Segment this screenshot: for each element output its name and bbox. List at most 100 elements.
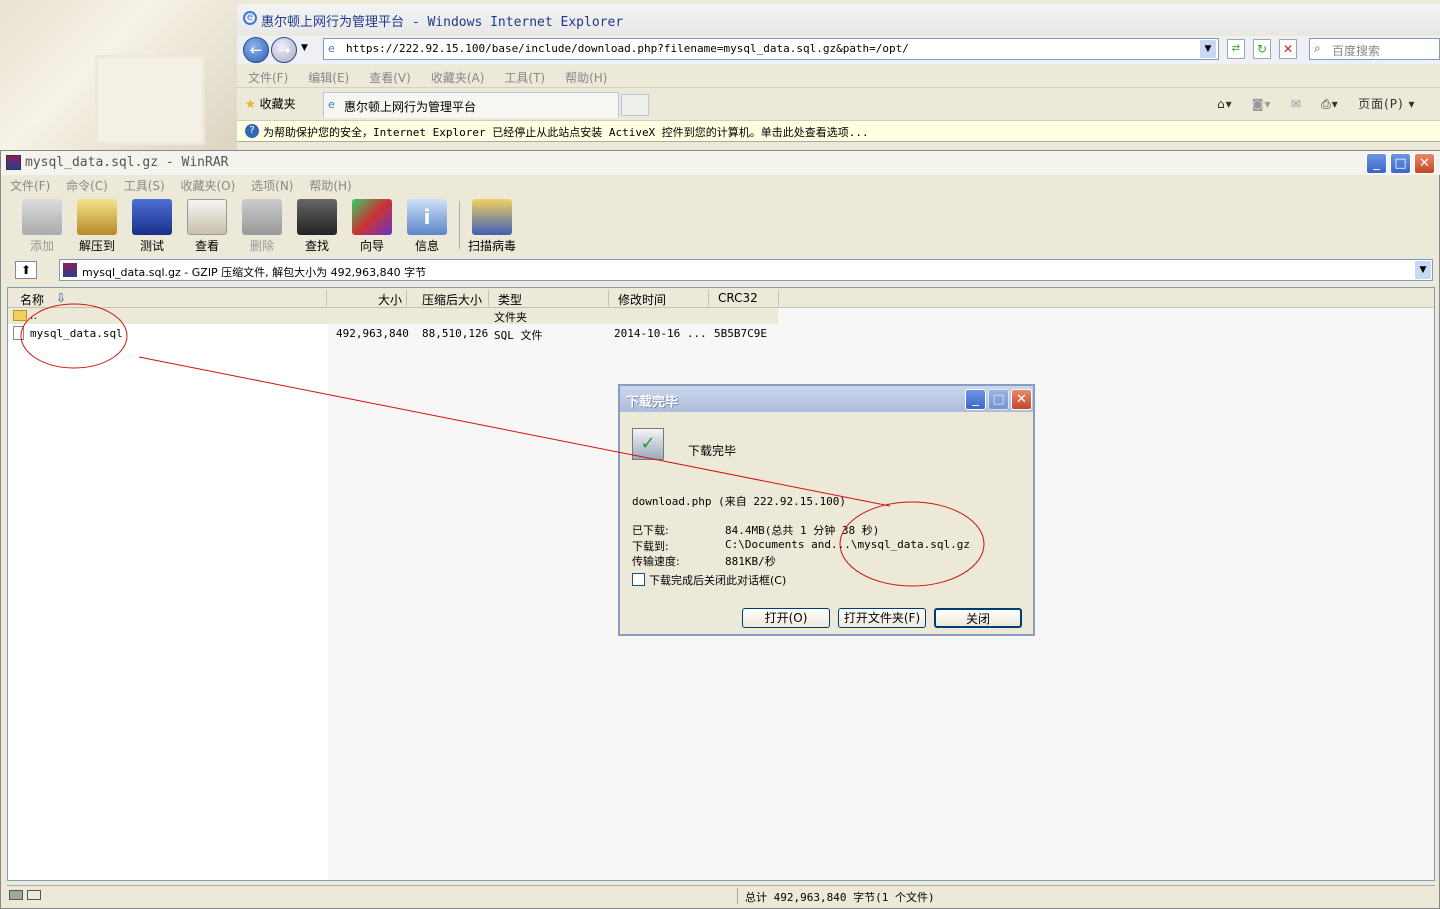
col-separator[interactable] [406,290,407,306]
col-separator[interactable] [708,290,709,306]
url-dropdown-icon[interactable]: ▼ [1200,40,1216,58]
table-row-parent-folder[interactable]: .. 文件夹 [8,308,778,324]
shield-info-icon: ? [245,124,259,138]
up-folder-button[interactable]: ⬆ [15,261,37,279]
dialog-close-x-button[interactable]: ✕ [1011,389,1032,410]
tab-current[interactable]: e 惠尔顿上网行为管理平台 [323,92,619,118]
toolbar-view-label: 查看 [194,239,219,253]
col-separator[interactable] [488,290,489,306]
view-icon [187,199,227,235]
col-separator[interactable] [608,290,609,306]
path-combobox[interactable]: mysql_data.sql.gz - GZIP 压缩文件, 解包大小为 492… [59,259,1433,281]
dialog-close-button[interactable]: 关闭 [934,608,1022,628]
tab-label: 惠尔顿上网行为管理平台 [344,100,477,114]
ie-command-bar: ⌂▾ ◙▾ ✉ ⎙▾ 页面(P) ▾ [1217,95,1416,112]
mail-icon[interactable]: ✉ [1291,97,1302,111]
stop-icon[interactable]: ✕ [1279,39,1297,59]
favorites-label: 收藏夹 [259,97,296,111]
winrar-toolbar: 添加 解压到 测试 查看 删除 查找 向导 i 信息 扫描病毒 [1,195,1440,255]
toolbar-find-button[interactable]: 查找 [291,199,343,254]
toolbar-separator [459,201,460,249]
ie-menu-file[interactable]: 文件(F) [248,69,288,86]
ie-menu-favorites[interactable]: 收藏夹(A) [431,69,485,86]
url-text: https://222.92.15.100/base/include/downl… [346,42,909,55]
toolbar-delete-label: 删除 [249,239,274,253]
toolbar-wizard-button[interactable]: 向导 [346,199,398,254]
open-folder-button[interactable]: 打开文件夹(F) [838,608,926,628]
col-separator[interactable] [778,290,779,306]
ie-info-bar[interactable]: ? 为帮助保护您的安全，Internet Explorer 已经停止从此站点安装… [237,120,1440,142]
star-icon: ★ [245,97,256,111]
back-button[interactable]: ← [243,37,269,63]
col-crc[interactable]: CRC32 [718,291,758,305]
url-input[interactable]: e https://222.92.15.100/base/include/dow… [323,38,1219,60]
ie-menu-tools[interactable]: 工具(T) [504,69,545,86]
winrar-menu-bar: 文件(F) 命令(C) 工具(S) 收藏夹(O) 选项(N) 帮助(H) [1,177,1440,195]
winrar-title-bar: mysql_data.sql.gz - WinRAR _ □ ✕ [1,151,1440,175]
status-text: 总计 492,963,840 字节(1 个文件) [745,891,935,904]
toolbar-scan-virus-label: 扫描病毒 [467,239,516,253]
ie-menu-edit[interactable]: 编辑(E) [308,69,349,86]
new-tab-button[interactable] [621,94,649,116]
col-modified[interactable]: 修改时间 [618,291,666,308]
key-icon [27,890,41,900]
scan-virus-icon [472,199,512,235]
rar-menu-favorites[interactable]: 收藏夹(O) [181,177,236,194]
toolbar-extract-button[interactable]: 解压到 [71,199,123,254]
refresh-icon[interactable]: ↻ [1253,39,1271,59]
col-type[interactable]: 类型 [498,291,522,308]
forward-button[interactable]: → [271,37,297,63]
print-icon[interactable]: ⎙▾ [1321,97,1339,111]
close-on-complete-label[interactable]: 下载完成后关闭此对话框(C) [649,572,786,588]
close-button[interactable]: ✕ [1414,153,1435,174]
search-input[interactable]: ⌕ 百度搜索 [1309,38,1440,60]
col-size[interactable]: 大小 [378,291,402,308]
folder-icon [13,310,27,321]
info-bar-text: 为帮助保护您的安全，Internet Explorer 已经停止从此站点安装 A… [263,126,869,139]
rar-menu-tools[interactable]: 工具(S) [124,177,165,194]
name-column-area [8,308,328,880]
maximize-button[interactable]: □ [1390,153,1411,174]
path-text: mysql_data.sql.gz - GZIP 压缩文件, 解包大小为 492… [82,266,427,279]
ie-menu-view[interactable]: 查看(V) [369,69,411,86]
favorites-button[interactable]: ★ 收藏夹 [245,95,296,112]
add-icon [22,199,62,235]
path-dropdown-icon[interactable]: ▼ [1415,261,1431,279]
toolbar-scan-virus-button[interactable]: 扫描病毒 [463,199,521,254]
close-on-complete-checkbox[interactable] [632,573,645,586]
dialog-minimize-button[interactable]: _ [965,389,986,410]
rar-menu-file[interactable]: 文件(F) [10,177,50,194]
toolbar-info-button[interactable]: i 信息 [401,199,453,254]
toolbar-extract-label: 解压到 [78,239,115,253]
col-packed[interactable]: 压缩后大小 [422,291,482,308]
toolbar-add-button[interactable]: 添加 [16,199,68,254]
history-dropdown-icon[interactable]: ▼ [301,43,308,53]
toolbar-view-button[interactable]: 查看 [181,199,233,254]
col-name[interactable]: 名称 [20,291,44,308]
home-icon[interactable]: ⌂▾ [1217,97,1233,111]
dialog-maximize-button: □ [988,389,1009,410]
compat-view-icon[interactable]: ⇄ [1227,39,1245,59]
col-separator[interactable] [326,290,327,306]
toolbar-wizard-label: 向导 [359,239,384,253]
rar-menu-commands[interactable]: 命令(C) [66,177,108,194]
feeds-icon[interactable]: ◙▾ [1252,97,1272,111]
ie-menu-help[interactable]: 帮助(H) [565,69,607,86]
ie-menu-bar: 文件(F) 编辑(E) 查看(V) 收藏夹(A) 工具(T) 帮助(H) [237,66,1440,88]
page-menu[interactable]: 页面(P) ▾ [1358,97,1415,111]
toolbar-delete-button[interactable]: 删除 [236,199,288,254]
open-button[interactable]: 打开(O) [742,608,830,628]
rar-menu-options[interactable]: 选项(N) [251,177,293,194]
downloaded-value: 84.4MB(总共 1 分钟 38 秒) [725,524,880,537]
rar-menu-help[interactable]: 帮助(H) [309,177,351,194]
minimize-button[interactable]: _ [1366,153,1387,174]
toolbar-test-button[interactable]: 测试 [126,199,178,254]
dialog-heading: 下载完毕 [688,444,737,458]
table-row-file[interactable]: mysql_data.sql 492,963,840 88,510,126 SQ… [8,326,778,342]
toolbar-test-label: 测试 [139,239,164,253]
drive-icon [9,890,23,900]
winrar-logo-icon [6,155,21,170]
search-placeholder: 百度搜索 [1332,44,1381,58]
list-header: 名称 ⇩ 大小 压缩后大小 类型 修改时间 CRC32 [8,288,1434,308]
row-size: 492,963,840 [336,327,409,340]
